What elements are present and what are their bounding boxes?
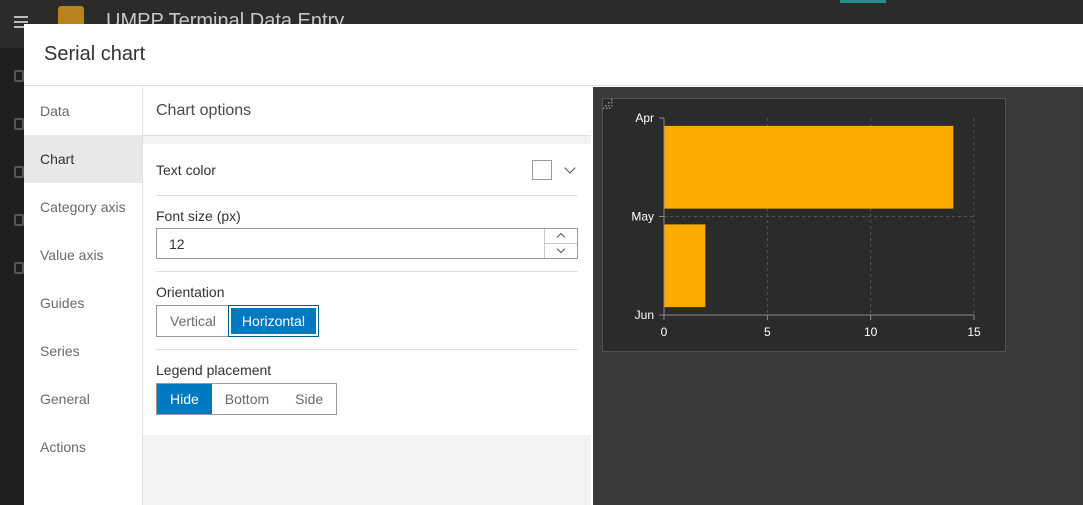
category-tick-label: May <box>631 210 654 224</box>
nav-item-actions[interactable]: Actions <box>24 423 142 471</box>
chart-svg: Apr May Jun 0 5 10 15 <box>631 111 981 339</box>
chevron-up-icon <box>556 233 566 242</box>
header-accent <box>840 0 886 3</box>
sidebar-icon[interactable] <box>14 70 24 82</box>
serial-chart-dialog: Serial chart Data Chart Category axis Va… <box>24 24 1083 505</box>
font-size-label: Font size (px) <box>156 208 241 224</box>
nav-item-guides[interactable]: Guides <box>24 279 142 327</box>
legend-side-button[interactable]: Side <box>282 384 337 414</box>
text-color-label: Text color <box>156 161 216 178</box>
nav-item-series[interactable]: Series <box>24 327 142 375</box>
category-tick-label: Jun <box>635 308 654 322</box>
chart-bar <box>664 224 706 308</box>
nav-item-chart[interactable]: Chart <box>24 135 142 183</box>
sidebar-icon[interactable] <box>14 166 24 178</box>
resize-handle-icon[interactable] <box>603 99 613 109</box>
font-size-field: Font size (px) <box>156 196 578 272</box>
value-tick-label: 10 <box>864 325 878 339</box>
chart-preview: Apr May Jun 0 5 10 15 <box>602 98 1006 352</box>
orientation-vertical-button[interactable]: Vertical <box>157 306 229 336</box>
dialog-header: Serial chart <box>24 24 1083 86</box>
chevron-down-icon <box>556 245 566 254</box>
orientation-field: Orientation Vertical Horizontal <box>156 272 578 350</box>
sidebar-icon[interactable] <box>14 262 24 274</box>
app-sidebar <box>0 48 24 505</box>
dialog-title: Serial chart <box>44 43 146 65</box>
legend-placement-toggle: Hide Bottom Side <box>156 383 338 415</box>
options-body: Text color Font size (px) Orientation <box>143 144 591 435</box>
category-tick-label: Apr <box>635 111 654 125</box>
nav-item-value-axis[interactable]: Value axis <box>24 231 142 279</box>
value-tick-label: 0 <box>661 325 668 339</box>
chart-bar <box>664 125 954 209</box>
legend-placement-label: Legend placement <box>156 362 272 378</box>
sidebar-icon[interactable] <box>14 118 24 130</box>
nav-item-category-axis[interactable]: Category axis <box>24 183 142 231</box>
color-swatch[interactable] <box>532 159 552 180</box>
font-size-stepper <box>544 229 577 258</box>
font-size-input-wrap <box>156 228 578 259</box>
font-size-input[interactable] <box>157 229 537 258</box>
text-color-picker[interactable] <box>532 159 576 180</box>
settings-nav: Data Chart Category axis Value axis Guid… <box>24 87 143 505</box>
legend-bottom-button[interactable]: Bottom <box>211 384 283 414</box>
value-tick-label: 5 <box>764 325 771 339</box>
legend-placement-field: Legend placement Hide Bottom Side <box>156 350 578 427</box>
chart-preview-panel: Apr May Jun 0 5 10 15 <box>593 87 1083 505</box>
chart-options-panel: Chart options Text color Font size (px) <box>143 87 591 505</box>
chevron-down-icon[interactable] <box>564 161 576 174</box>
decrement-button[interactable] <box>545 244 577 259</box>
text-color-row: Text color <box>156 144 578 196</box>
options-heading: Chart options <box>143 87 591 136</box>
increment-button[interactable] <box>545 229 577 244</box>
orientation-label: Orientation <box>156 284 225 300</box>
nav-item-general[interactable]: General <box>24 375 142 423</box>
orientation-horizontal-button[interactable]: Horizontal <box>227 305 319 337</box>
legend-hide-button[interactable]: Hide <box>157 384 212 414</box>
value-tick-label: 15 <box>967 325 981 339</box>
sidebar-icon[interactable] <box>14 214 24 226</box>
orientation-toggle: Vertical Horizontal <box>156 305 319 337</box>
nav-item-data[interactable]: Data <box>24 87 142 135</box>
